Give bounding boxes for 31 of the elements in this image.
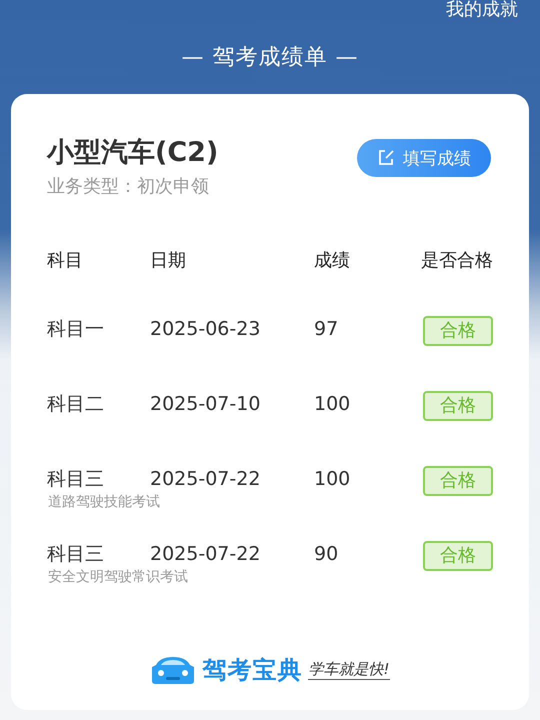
- result-badge: 合格: [423, 466, 493, 496]
- score-cell-text: 100: [314, 467, 352, 492]
- subject-cell-text: 科目三: [47, 542, 105, 567]
- subject-cell-text: 科目一: [47, 317, 105, 342]
- exam-note: 安全文明驾驶常识考试: [47, 568, 189, 587]
- car-icon: [150, 655, 196, 685]
- result-badge: 合格: [423, 391, 493, 421]
- column-header: 成绩: [314, 249, 351, 272]
- column-header: 科目: [47, 249, 84, 272]
- result-badge: 合格: [423, 316, 493, 346]
- page-title: — 驾考成绩单 —: [180, 44, 360, 72]
- brand-name: 驾考宝典: [202, 655, 302, 686]
- date-cell-text: 2025-07-22: [150, 467, 262, 492]
- achievements-link[interactable]: 我的成就: [446, 0, 518, 20]
- business-type: 业务类型：初次申领: [47, 175, 210, 198]
- date-cell-text: 2025-06-23: [150, 317, 262, 342]
- date-cell-text: 2025-07-22: [150, 542, 262, 567]
- vehicle-type: 小型汽车(C2): [47, 136, 218, 170]
- exam-note: 道路驾驶技能考试: [47, 493, 161, 512]
- result-badge: 合格: [423, 541, 493, 571]
- date-cell-text: 2025-07-10: [150, 392, 262, 417]
- score-cell-text: 97: [314, 317, 340, 342]
- fill-scores-button[interactable]: 填写成绩: [357, 139, 491, 177]
- subject-cell-text: 科目二: [47, 392, 105, 417]
- score-cell-text: 90: [314, 542, 340, 567]
- column-header: 是否合格: [421, 249, 493, 272]
- slogan: 学车就是快!: [308, 660, 390, 680]
- score-cell-text: 100: [314, 392, 352, 417]
- column-header: 日期: [150, 249, 187, 272]
- edit-icon: [377, 149, 395, 167]
- subject-cell-text: 科目三: [47, 467, 105, 492]
